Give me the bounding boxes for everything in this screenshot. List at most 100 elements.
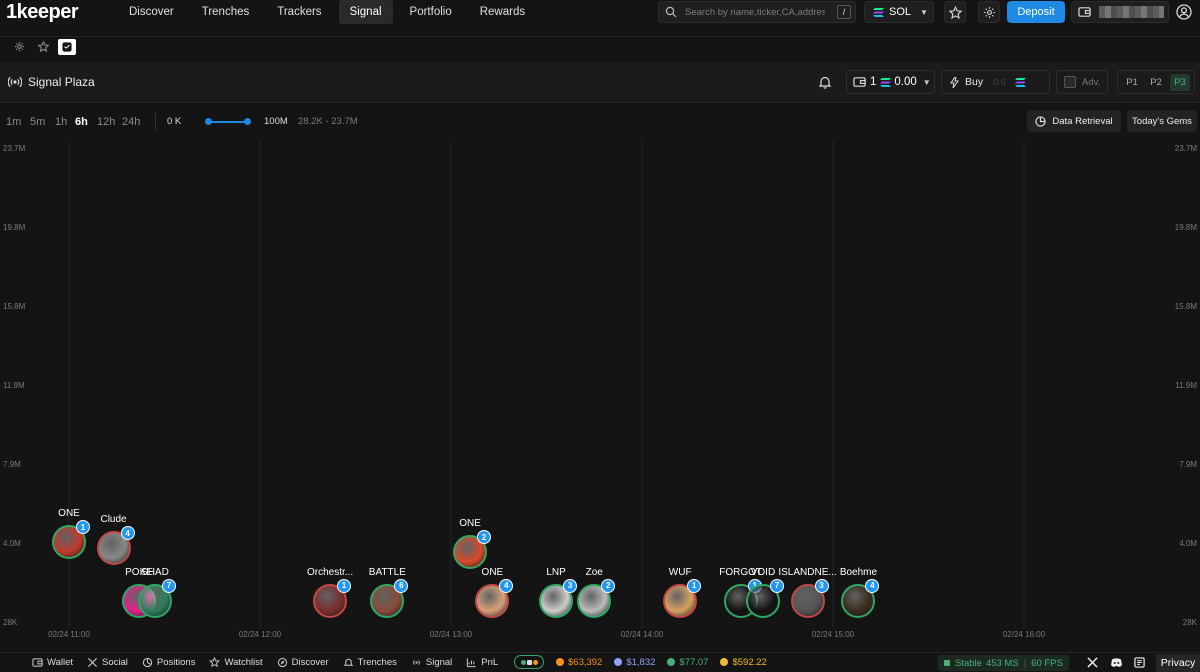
slider-min-handle[interactable] xyxy=(205,118,212,125)
nav-item-discover[interactable]: Discover xyxy=(118,0,185,24)
signal-count-badge: 7 xyxy=(769,578,784,593)
y-tick-left: 19.8M xyxy=(3,223,26,232)
buy-amount-input[interactable]: 0.0 xyxy=(993,77,1015,87)
connection-status: Stable 453 MS | 60 FPS xyxy=(938,655,1069,671)
y-tick-right: 15.8M xyxy=(1175,302,1198,311)
bottom-item-watchlist[interactable]: Watchlist xyxy=(209,657,263,668)
discover-icon xyxy=(277,657,287,668)
wallet-address-masked xyxy=(1099,6,1164,18)
signal-plaza-header: Signal Plaza 1 0.00 ▼ Buy 0.0 Adv. P1 P2 P… xyxy=(0,63,1200,103)
favorites-button[interactable] xyxy=(944,1,966,23)
status-dot-icon xyxy=(944,660,950,666)
signal-count-badge: 7 xyxy=(161,578,176,593)
wallet-icon xyxy=(853,77,866,87)
x-tick: 02/24 16:00 xyxy=(1003,630,1046,639)
bottom-item-signal[interactable]: Signal xyxy=(411,657,452,668)
market-cap-min: 0 K xyxy=(167,116,182,127)
signal-count-badge: 1 xyxy=(337,578,352,593)
token-label: VOID xyxy=(750,566,776,578)
search-input[interactable] xyxy=(685,6,825,18)
toolbar-chat-button[interactable] xyxy=(58,38,76,55)
chain-selector[interactable]: SOL ▼ xyxy=(864,1,934,23)
nav-item-signal[interactable]: Signal xyxy=(338,0,393,24)
preset-p2[interactable]: P2 xyxy=(1146,74,1166,91)
x-twitter-icon[interactable] xyxy=(1087,657,1098,668)
bottom-item-label: Positions xyxy=(156,657,196,668)
bottom-item-label: Wallet xyxy=(47,657,74,668)
toolbar-settings-button[interactable] xyxy=(10,39,28,55)
preset-p3[interactable]: P3 xyxy=(1170,73,1190,91)
advanced-checkbox[interactable] xyxy=(1064,76,1076,88)
signal-count-badge: 6 xyxy=(394,578,409,593)
x-tick: 02/24 13:00 xyxy=(430,630,473,639)
social-icon xyxy=(88,657,98,668)
lock-icon xyxy=(526,659,532,665)
timeframe-1m[interactable]: 1m xyxy=(6,116,21,128)
settings-button[interactable] xyxy=(978,1,1000,23)
trenches-icon xyxy=(343,658,354,666)
token-label: LNP xyxy=(546,566,566,578)
nav-item-trackers[interactable]: Trackers xyxy=(266,0,332,24)
wallet-selector[interactable]: 1 0.00 ▼ xyxy=(846,70,935,94)
timeframe-5m[interactable]: 5m xyxy=(30,116,45,128)
nav-item-portfolio[interactable]: Portfolio xyxy=(399,0,463,24)
data-retrieval-button[interactable]: Data Retrieval xyxy=(1027,110,1121,132)
deposit-button[interactable]: Deposit xyxy=(1007,1,1065,23)
y-tick-right: 4.0M xyxy=(1179,539,1197,548)
bottom-item-pnl[interactable]: PnL xyxy=(466,657,498,668)
slider-max-handle[interactable] xyxy=(244,118,251,125)
bottom-item-social[interactable]: Social xyxy=(87,657,128,668)
gear-icon xyxy=(983,6,995,18)
timeframe-12h[interactable]: 12h xyxy=(97,116,115,128)
price-value: $63,392 xyxy=(568,656,603,668)
market-cap-slider[interactable] xyxy=(209,121,248,123)
profile-icon[interactable] xyxy=(1176,4,1192,20)
gear-icon xyxy=(14,41,24,52)
signal-count-badge: 3 xyxy=(814,578,829,593)
advanced-toggle[interactable]: Adv. xyxy=(1056,70,1108,94)
chain-label: SOL xyxy=(889,6,912,18)
nav-item-trenches[interactable]: Trenches xyxy=(191,0,261,24)
fire-icon xyxy=(532,659,538,665)
bottom-item-discover[interactable]: Discover xyxy=(277,657,329,668)
bell-icon[interactable] xyxy=(818,75,832,89)
timeframe-24h[interactable]: 24h xyxy=(122,116,140,128)
bottom-item-wallet[interactable]: Wallet xyxy=(32,657,73,668)
todays-gems-button[interactable]: Today's Gems xyxy=(1127,110,1197,132)
search-box[interactable]: / xyxy=(658,1,856,23)
y-tick-left: 28K xyxy=(3,618,18,627)
toolbar-favorites-button[interactable] xyxy=(34,39,52,55)
solana-icon xyxy=(880,77,892,87)
docs-icon[interactable] xyxy=(1134,657,1145,668)
nav-item-rewards[interactable]: Rewards xyxy=(469,0,536,24)
privacy-button[interactable]: Privacy xyxy=(1156,654,1200,672)
page-title: Signal Plaza xyxy=(8,75,95,89)
quick-buy-box[interactable]: Buy 0.0 xyxy=(941,70,1050,94)
quick-trade-toggle[interactable] xyxy=(514,655,544,669)
y-tick-right: 28K xyxy=(1183,618,1198,627)
token-label: Boehme xyxy=(839,566,878,578)
lightning-icon xyxy=(950,76,959,88)
latency-text: 453 MS xyxy=(985,657,1019,669)
y-tick-left: 15.8M xyxy=(3,302,26,311)
timeframe-6h[interactable]: 6h xyxy=(75,116,88,128)
preset-p1[interactable]: P1 xyxy=(1122,74,1142,91)
signal-count-badge: 1 xyxy=(687,578,702,593)
star-icon xyxy=(37,41,49,52)
app-logo[interactable]: 1keeper xyxy=(6,0,79,24)
wallet-address-button[interactable] xyxy=(1071,1,1169,23)
secondary-toolbar xyxy=(0,36,1200,56)
positions-icon xyxy=(142,657,153,668)
token-label: ONE xyxy=(459,518,481,530)
price-bnb: $592.22 xyxy=(720,657,767,668)
bottom-item-positions[interactable]: Positions xyxy=(142,657,196,668)
price-value: $1,832 xyxy=(626,656,656,668)
x-tick: 02/24 12:00 xyxy=(239,630,282,639)
status-text: Stable xyxy=(955,657,982,669)
y-tick-right: 11.9M xyxy=(1175,381,1197,390)
chat-icon xyxy=(62,41,72,52)
timeframe-1h[interactable]: 1h xyxy=(55,116,67,128)
bottom-item-trenches[interactable]: Trenches xyxy=(343,657,397,668)
discord-icon[interactable] xyxy=(1110,657,1123,668)
signal-count-badge: 4 xyxy=(499,578,514,593)
